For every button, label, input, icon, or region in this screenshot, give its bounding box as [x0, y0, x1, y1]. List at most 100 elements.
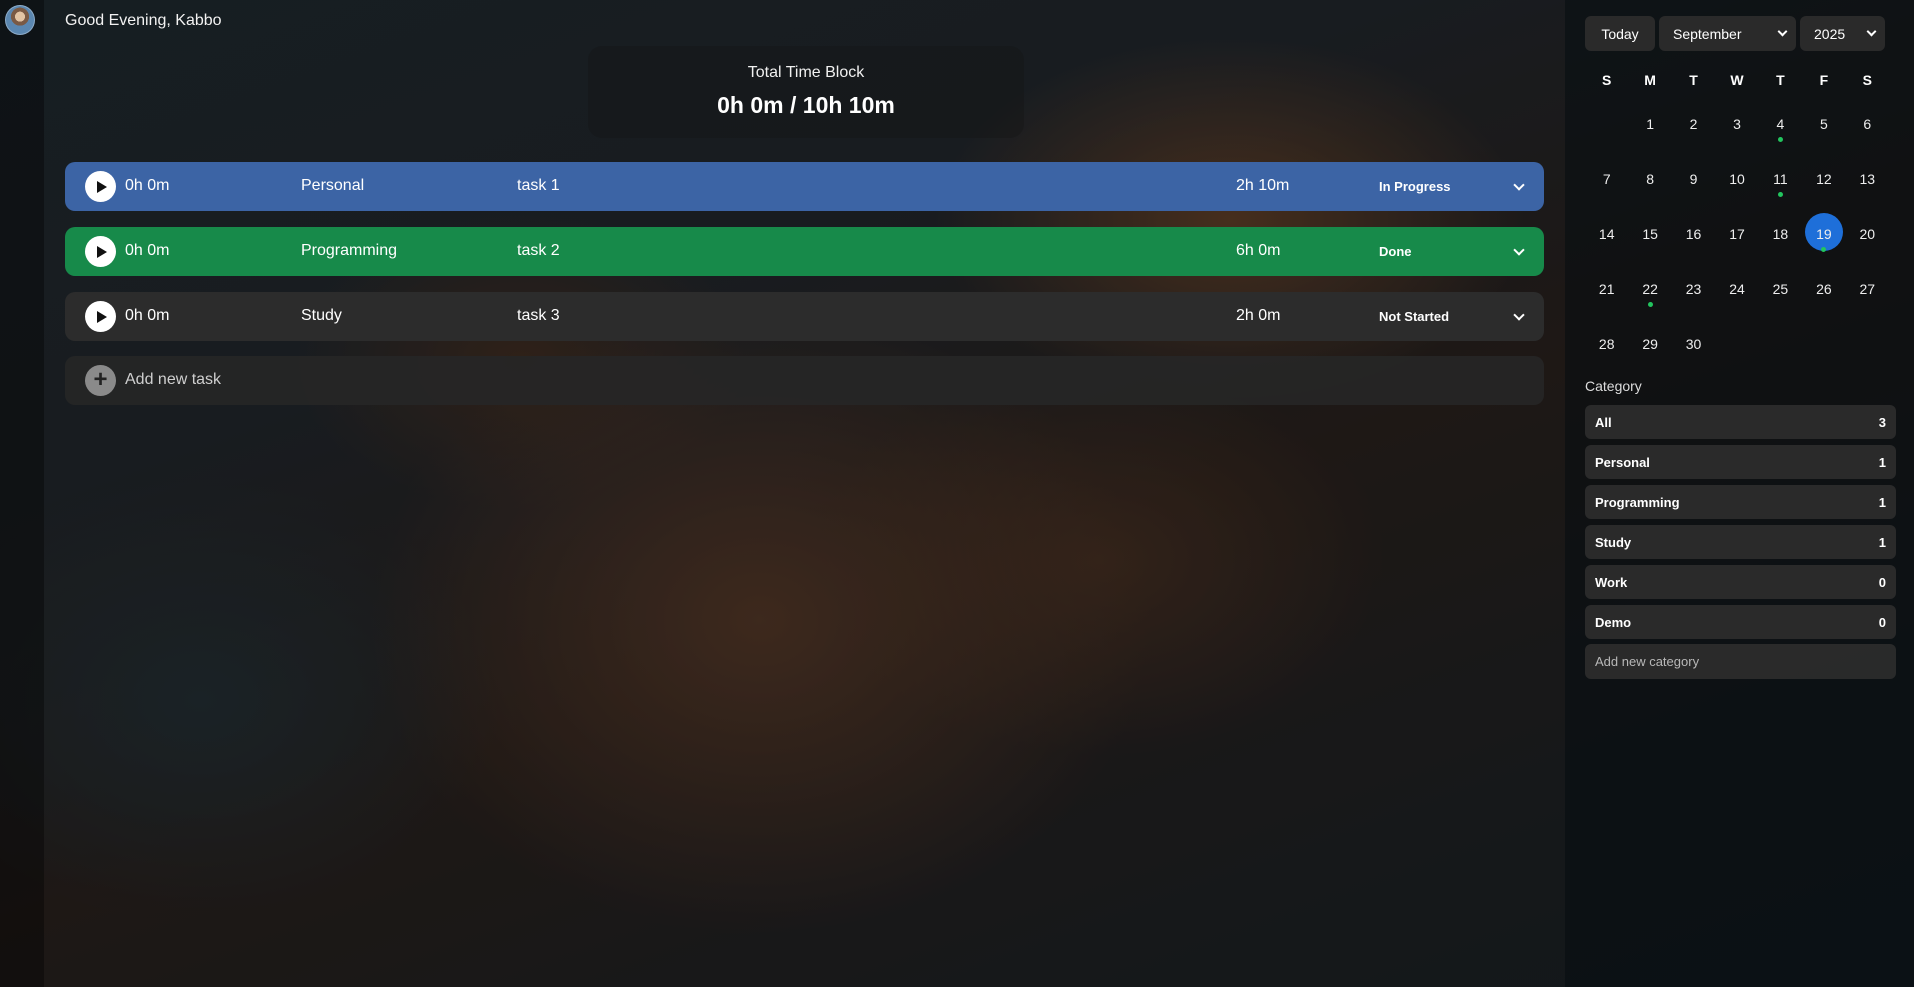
weekday-label: F — [1819, 72, 1829, 88]
calendar-day[interactable]: 21 — [1585, 267, 1628, 322]
task-row[interactable]: 0h 0m Personal task 1 2h 10m In Progress — [65, 162, 1544, 211]
status-select[interactable]: Not Started — [1379, 302, 1529, 331]
month-select[interactable]: September — [1659, 16, 1796, 51]
calendar-day[interactable]: 12 — [1802, 157, 1845, 212]
today-button[interactable]: Today — [1585, 16, 1655, 51]
calendar-day[interactable]: 13 — [1846, 157, 1889, 212]
status-label: In Progress — [1379, 179, 1451, 194]
calendar-day[interactable]: 23 — [1672, 267, 1715, 322]
calendar-day[interactable]: 14 — [1585, 212, 1628, 267]
calendar-day-number: 30 — [1685, 336, 1702, 352]
calendar-day-number: 14 — [1598, 226, 1615, 242]
task-category: Programming — [301, 242, 398, 259]
category-item-demo[interactable]: Demo 0 — [1585, 605, 1896, 639]
calendar-day[interactable]: 26 — [1802, 267, 1845, 322]
category-item-personal[interactable]: Personal 1 — [1585, 445, 1896, 479]
play-icon[interactable] — [85, 236, 116, 267]
weekday-label: S — [1602, 72, 1612, 88]
calendar-blank — [1585, 102, 1628, 157]
status-select[interactable]: Done — [1379, 237, 1529, 266]
category-label: Work — [1595, 574, 1628, 590]
calendar-day[interactable]: 27 — [1846, 267, 1889, 322]
calendar-day-number: 1 — [1646, 116, 1655, 132]
category-item-all[interactable]: All 3 — [1585, 405, 1896, 439]
calendar-day-number: 26 — [1816, 281, 1832, 297]
calendar-day-number: 6 — [1863, 116, 1872, 132]
status-select[interactable]: In Progress — [1379, 172, 1529, 201]
weekday-label: M — [1644, 72, 1656, 88]
calendar-days: 1 2 3 4 5 6 7 8 9 10 11 12 13 14 15 16 17 18 19 20 21 22 23 24 2… — [1585, 102, 1889, 377]
calendar-day-number: 8 — [1646, 171, 1655, 187]
calendar-day[interactable]: 4 — [1759, 102, 1802, 157]
calendar-day-number: 28 — [1598, 336, 1615, 352]
calendar-day[interactable]: 25 — [1759, 267, 1802, 322]
calendar-day[interactable]: 10 — [1715, 157, 1758, 212]
calendar-day[interactable]: 15 — [1628, 212, 1671, 267]
avatar[interactable] — [5, 5, 35, 35]
calendar-day-number: 16 — [1685, 226, 1702, 242]
category-label: Study — [1595, 534, 1632, 550]
calendar-day[interactable]: 28 — [1585, 322, 1628, 377]
category-label: Demo — [1595, 614, 1632, 630]
calendar-day[interactable]: 5 — [1802, 102, 1845, 157]
category-item-programming[interactable]: Programming 1 — [1585, 485, 1896, 519]
total-time-value: 0h 0m / 10h 10m — [717, 92, 895, 118]
calendar-day[interactable]: 30 — [1672, 322, 1715, 377]
weekday-label: T — [1689, 72, 1698, 88]
category-item-study[interactable]: Study 1 — [1585, 525, 1896, 559]
chevron-down-icon — [1513, 178, 1525, 191]
calendar-day[interactable]: 6 — [1846, 102, 1889, 157]
task-indicator-dot — [1777, 137, 1783, 142]
calendar-weekdays: S M T W T F S — [1585, 72, 1889, 88]
status-label: Done — [1379, 244, 1412, 259]
calendar-day[interactable]: 19 — [1802, 212, 1845, 267]
play-icon[interactable] — [85, 171, 116, 202]
add-task-button[interactable]: + Add new task — [65, 356, 1544, 405]
calendar-day-number: 5 — [1819, 116, 1828, 132]
calendar-day[interactable]: 22 — [1628, 267, 1671, 322]
task-category: Study — [301, 307, 342, 324]
calendar-day[interactable]: 7 — [1585, 157, 1628, 212]
category-label: All — [1595, 414, 1612, 430]
add-category-input[interactable] — [1585, 644, 1896, 679]
category-count: 1 — [1878, 534, 1886, 550]
greeting: Good Evening, Kabbo — [65, 12, 222, 29]
calendar-day[interactable]: 9 — [1672, 157, 1715, 212]
calendar-day-number: 19 — [1816, 226, 1832, 242]
task-duration: 6h 0m — [1236, 242, 1281, 259]
task-row[interactable]: 0h 0m Programming task 2 6h 0m Done — [65, 227, 1544, 276]
calendar-day[interactable]: 3 — [1715, 102, 1758, 157]
calendar-day[interactable]: 24 — [1715, 267, 1758, 322]
calendar-day[interactable]: 2 — [1672, 102, 1715, 157]
calendar-day[interactable]: 18 — [1759, 212, 1802, 267]
year-select[interactable]: 2025 — [1800, 16, 1885, 51]
task-indicator-dot — [1821, 247, 1827, 252]
calendar-day[interactable]: 29 — [1628, 322, 1671, 377]
plus-icon: + — [85, 365, 116, 396]
calendar-day[interactable]: 16 — [1672, 212, 1715, 267]
task-elapsed: 0h 0m — [125, 307, 170, 324]
task-elapsed: 0h 0m — [125, 177, 170, 194]
category-item-work[interactable]: Work 0 — [1585, 565, 1896, 599]
calendar-day[interactable]: 1 — [1628, 102, 1671, 157]
year-value: 2025 — [1814, 25, 1846, 42]
weekday-label: W — [1730, 72, 1744, 88]
calendar-day-number: 20 — [1859, 226, 1876, 242]
task-name: task 1 — [517, 177, 560, 194]
calendar-day-number: 4 — [1776, 116, 1785, 132]
task-row[interactable]: 0h 0m Study task 3 2h 0m Not Started — [65, 292, 1544, 341]
calendar-day-number: 13 — [1859, 171, 1876, 187]
play-icon[interactable] — [85, 301, 116, 332]
calendar-day[interactable]: 20 — [1846, 212, 1889, 267]
left-rail — [0, 0, 44, 987]
total-time-block: Total Time Block 0h 0m / 10h 10m — [588, 46, 1024, 138]
task-name: task 3 — [517, 307, 560, 324]
calendar-day-number: 12 — [1816, 171, 1832, 187]
calendar-day-number: 27 — [1859, 281, 1876, 297]
calendar-day[interactable]: 11 — [1759, 157, 1802, 212]
category-count: 0 — [1878, 574, 1886, 590]
right-panel: Today September 2025 S M T W T F S 12345… — [1565, 0, 1914, 987]
calendar-day[interactable]: 8 — [1628, 157, 1671, 212]
category-count: 3 — [1878, 414, 1886, 430]
calendar-day[interactable]: 17 — [1715, 212, 1758, 267]
